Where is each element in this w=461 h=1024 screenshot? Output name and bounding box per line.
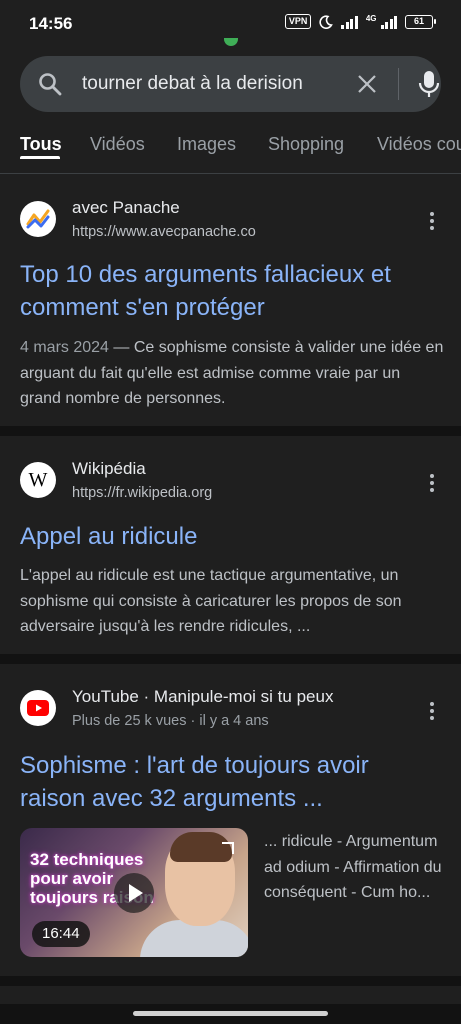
result-separator [0,654,461,664]
wikipedia-logo-letter: W [28,468,48,491]
tab-images[interactable]: Images [177,134,236,155]
vpn-icon: VPN [284,14,312,29]
result-separator [0,976,461,986]
site-name[interactable]: avec Panache [72,198,180,218]
video-duration: 16:44 [32,921,90,947]
signal-icon-2 [380,15,397,29]
tab-all[interactable]: Tous [20,134,62,155]
more-options-icon[interactable] [428,474,436,494]
clear-icon[interactable] [356,73,378,95]
status-time: 14:56 [29,14,73,33]
status-icons: VPN 4G 61 [284,13,436,29]
tab-short-videos[interactable]: Vidéos courtes [377,134,461,155]
do-not-disturb-icon [319,14,334,29]
search-result: W Wikipédia https://fr.wikipedia.org App… [0,436,461,654]
site-favicon[interactable] [20,201,56,237]
result-date: 4 mars 2024 [20,339,109,356]
search-result: avec Panache https://www.avecpanache.co … [0,176,461,426]
next-result-peek [0,986,461,1004]
site-name[interactable]: Wikipédia [72,459,146,479]
site-url[interactable]: https://fr.wikipedia.org [72,485,212,501]
site-name[interactable]: YouTube · Manipule-moi si tu peux [72,687,333,707]
network-type: 4G [365,13,377,23]
site-url[interactable]: https://www.avecpanache.co [72,224,256,240]
video-snippet: ... ridicule - Argumentum ad odium - Aff… [264,833,442,901]
active-tab-indicator [20,156,60,159]
search-divider [398,68,399,100]
signal-icon [341,15,358,29]
search-icon[interactable] [37,71,63,97]
result-snippet: L'appel au ridicule est une tactique arg… [20,567,402,635]
more-options-icon[interactable] [428,212,436,232]
play-icon[interactable] [114,873,154,913]
tab-videos[interactable]: Vidéos [90,134,145,155]
result-title[interactable]: Top 10 des arguments fallacieux et comme… [20,258,440,324]
result-snippet: 4 mars 2024 — Ce sophisme consiste à val… [20,335,445,412]
home-indicator[interactable] [133,1011,328,1016]
video-thumbnail[interactable]: 32 techniques pour avoir toujours raison… [20,828,248,957]
tab-shopping[interactable]: Shopping [268,134,344,155]
expand-icon [222,842,234,854]
more-options-icon[interactable] [428,702,436,722]
battery-icon: 61 [405,14,436,29]
search-tabs: Tous Vidéos Images Shopping Vidéos court… [0,128,461,174]
result-title[interactable]: Appel au ridicule [20,520,440,553]
video-meta: Plus de 25 k vues · il y a 4 ans [72,713,269,729]
mic-icon[interactable] [417,70,441,98]
youtube-logo-icon [27,700,49,716]
wikipedia-favicon-icon[interactable]: W [20,462,56,498]
result-title[interactable]: Sophisme : l'art de toujours avoir raiso… [20,749,440,815]
avec-panache-logo-icon [26,209,50,229]
result-separator [0,426,461,436]
youtube-favicon-icon[interactable] [20,690,56,726]
search-input[interactable]: tourner debat à la derision [82,72,338,96]
search-bar[interactable]: tourner debat à la derision [20,56,441,112]
